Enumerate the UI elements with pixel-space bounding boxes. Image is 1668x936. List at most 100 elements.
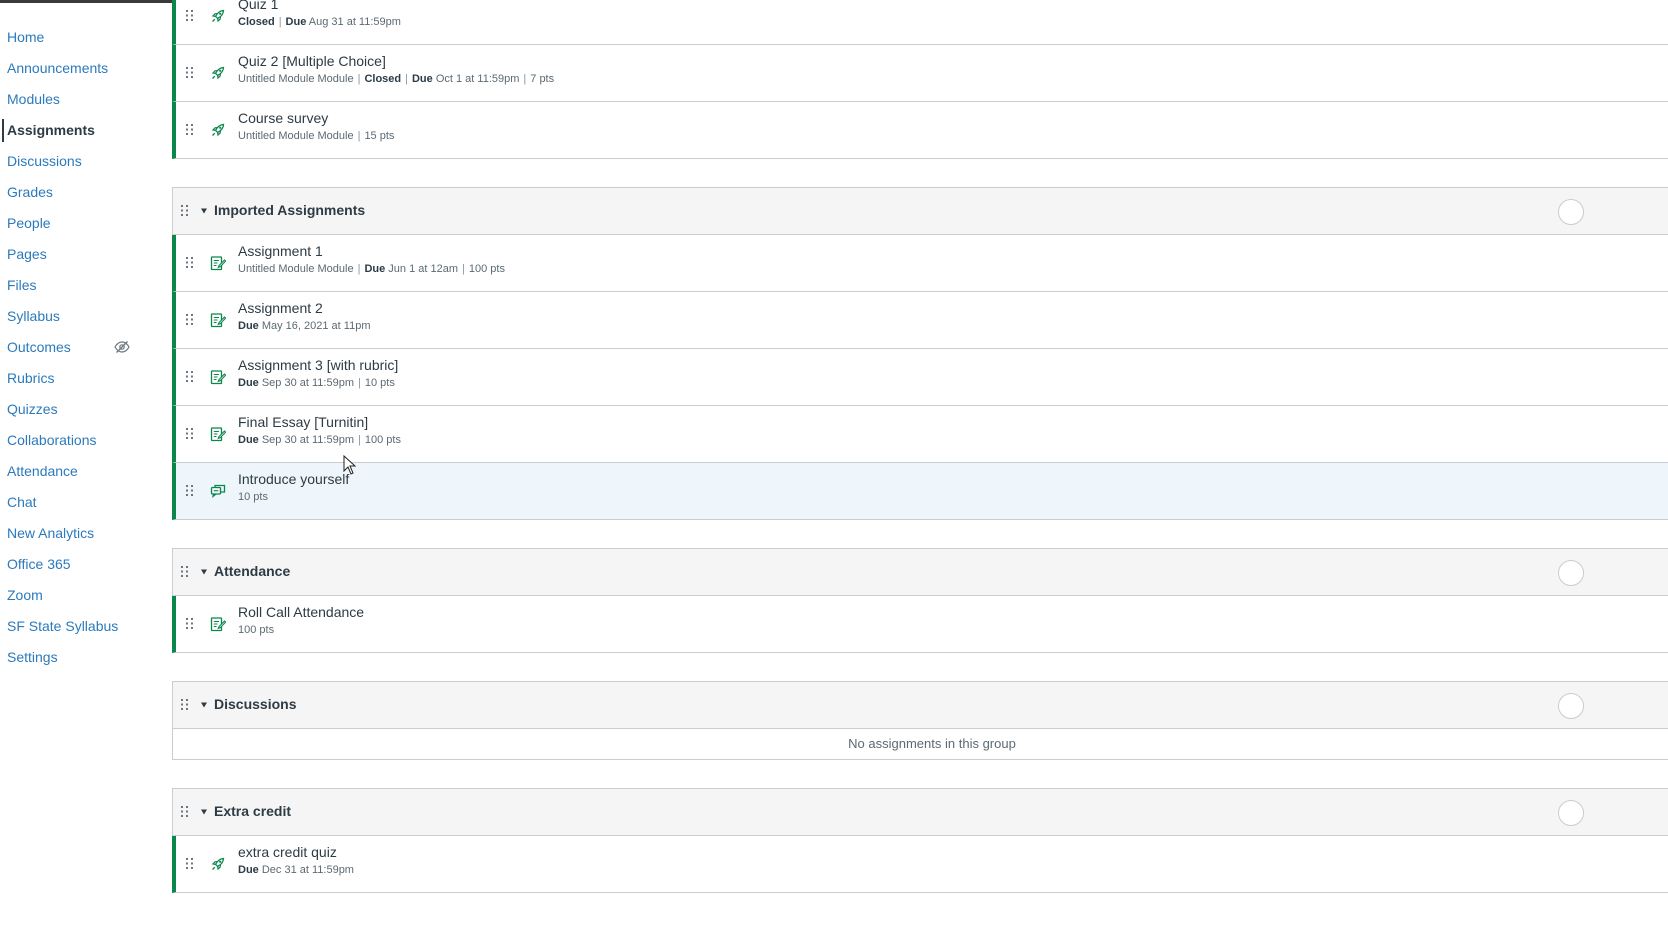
drag-handle-icon[interactable]	[186, 67, 193, 79]
points: 10 pts	[364, 377, 395, 389]
sidebar-item-files[interactable]: Files	[0, 270, 170, 301]
rocket-icon	[211, 66, 225, 80]
sidebar-item-outcomes[interactable]: Outcomes	[0, 332, 170, 363]
drag-handle-icon[interactable]	[186, 485, 193, 497]
rocket-icon	[211, 123, 225, 137]
sidebar-item-attendance[interactable]: Attendance	[0, 456, 170, 487]
sidebar-item-zoom[interactable]: Zoom	[0, 580, 170, 611]
group-title: Imported Assignments	[214, 202, 366, 218]
discussion-icon	[210, 484, 226, 499]
due-date: Due Aug 31 at 11:59pm	[285, 16, 401, 28]
points: 7 pts	[530, 73, 555, 85]
group-options-button[interactable]	[1558, 800, 1584, 826]
sidebar-item-discussions[interactable]: Discussions	[0, 146, 170, 177]
assignment-title-link[interactable]: Assignment 3 [with rubric]	[238, 357, 398, 373]
assignment-title-link[interactable]: Quiz 2 [Multiple Choice]	[238, 53, 386, 69]
sidebar-item-sf-state-syllabus[interactable]: SF State Syllabus	[0, 611, 170, 642]
drag-handle-icon[interactable]	[186, 124, 193, 136]
sidebar-item-collaborations[interactable]: Collaborations	[0, 425, 170, 456]
assignment-icon	[210, 313, 226, 328]
sidebar-item-new-analytics[interactable]: New Analytics	[0, 518, 170, 549]
assignment-title-link[interactable]: Final Essay [Turnitin]	[238, 414, 368, 430]
sidebar-item-people[interactable]: People	[0, 208, 170, 239]
sidebar-item-pages[interactable]: Pages	[0, 239, 170, 270]
drag-handle-icon[interactable]	[181, 205, 188, 217]
sidebar-item-label: Outcomes	[7, 339, 71, 355]
assignment-title-link[interactable]: Quiz 1	[238, 0, 278, 12]
sidebar-item-grades[interactable]: Grades	[0, 177, 170, 208]
group-options-button[interactable]	[1558, 560, 1584, 586]
drag-handle-icon[interactable]	[186, 10, 193, 22]
sidebar-item-label: People	[7, 215, 51, 231]
sidebar-item-label: SF State Syllabus	[7, 618, 119, 634]
sidebar-item-announcements[interactable]: Announcements	[0, 53, 170, 84]
sidebar-item-settings[interactable]: Settings	[0, 642, 170, 673]
drag-handle-icon[interactable]	[186, 257, 193, 269]
collapse-caret-icon[interactable]	[201, 569, 207, 575]
drag-handle-icon[interactable]	[186, 371, 193, 383]
points: 100 pts	[364, 434, 401, 446]
assignment-row[interactable]: Assignment 2 Due May 16, 2021 at 11pm	[172, 292, 1668, 349]
sidebar-item-modules[interactable]: Modules	[0, 84, 170, 115]
group-title: Discussions	[214, 696, 297, 712]
assignment-meta: 10 pts	[238, 491, 268, 503]
due-date: Due May 16, 2021 at 11pm	[238, 320, 371, 332]
collapse-caret-icon[interactable]	[201, 702, 207, 708]
sidebar-item-label: Syllabus	[7, 308, 60, 324]
sidebar-item-label: Zoom	[7, 587, 43, 603]
drag-handle-icon[interactable]	[186, 618, 193, 630]
assignment-row[interactable]: Introduce yourself 10 pts	[172, 463, 1668, 520]
sidebar-item-home[interactable]: Home	[0, 22, 170, 53]
assignment-group-header[interactable]: Imported Assignments	[172, 187, 1668, 235]
drag-handle-icon[interactable]	[186, 858, 193, 870]
sidebar-item-label: Settings	[7, 649, 58, 665]
sidebar-item-assignments[interactable]: Assignments	[0, 115, 170, 146]
assignment-row[interactable]: extra credit quiz Due Dec 31 at 11:59pm	[172, 836, 1668, 893]
due-date: Due Sep 30 at 11:59pm	[238, 434, 354, 446]
assignment-row[interactable]: Roll Call Attendance 100 pts	[172, 596, 1668, 653]
assignment-meta: Untitled Module Module | 15 pts	[238, 130, 395, 142]
assignment-title-link[interactable]: Course survey	[238, 110, 328, 126]
group-options-button[interactable]	[1558, 693, 1584, 719]
assignment-title-link[interactable]: Assignment 1	[238, 243, 323, 259]
drag-handle-icon[interactable]	[186, 428, 193, 440]
sidebar-item-chat[interactable]: Chat	[0, 487, 170, 518]
sidebar-item-label: Files	[7, 277, 37, 293]
eye-slash-icon	[114, 341, 130, 353]
due-date: Due Jun 1 at 12am	[364, 263, 458, 275]
sidebar-item-office-365[interactable]: Office 365	[0, 549, 170, 580]
collapse-caret-icon[interactable]	[201, 208, 207, 214]
drag-handle-icon[interactable]	[181, 806, 188, 818]
assignment-icon	[210, 370, 226, 385]
collapse-caret-icon[interactable]	[201, 809, 207, 815]
sidebar-item-syllabus[interactable]: Syllabus	[0, 301, 170, 332]
assignment-row[interactable]: Quiz 1 Closed | Due Aug 31 at 11:59pm	[172, 0, 1668, 45]
assignment-meta: Closed | Due Aug 31 at 11:59pm	[238, 16, 401, 28]
drag-handle-icon[interactable]	[181, 566, 188, 578]
assignment-title-link[interactable]: Assignment 2	[238, 300, 323, 316]
sidebar-item-label: Collaborations	[7, 432, 97, 448]
assignment-row[interactable]: Final Essay [Turnitin] Due Sep 30 at 11:5…	[172, 406, 1668, 463]
module-name: Untitled Module Module	[238, 130, 354, 142]
assignment-row[interactable]: Quiz 2 [Multiple Choice] Untitled Module …	[172, 45, 1668, 102]
drag-handle-icon[interactable]	[181, 699, 188, 711]
group-options-button[interactable]	[1558, 199, 1584, 225]
assignment-row[interactable]: Assignment 1 Untitled Module Module | Due J…	[172, 235, 1668, 292]
assignment-row[interactable]: Assignment 3 [with rubric] Due Sep 30 at …	[172, 349, 1668, 406]
assignment-row[interactable]: Course survey Untitled Module Module | 15 p…	[172, 102, 1668, 159]
sidebar-item-quizzes[interactable]: Quizzes	[0, 394, 170, 425]
assignment-groups: Quiz 1 Closed | Due Aug 31 at 11:59pm Quiz 2…	[172, 0, 1668, 893]
drag-handle-icon[interactable]	[186, 314, 193, 326]
sidebar-item-rubrics[interactable]: Rubrics	[0, 363, 170, 394]
assignment-title-link[interactable]: Roll Call Attendance	[238, 604, 364, 620]
assignment-group-header[interactable]: Discussions	[172, 681, 1668, 729]
assignment-title-link[interactable]: extra credit quiz	[238, 844, 337, 860]
assignment-meta: Due Sep 30 at 11:59pm | 100 pts	[238, 434, 401, 446]
sidebar-item-label: Home	[7, 29, 45, 45]
assignment-title-link[interactable]: Introduce yourself	[238, 471, 349, 487]
due-date: Due Oct 1 at 11:59pm	[411, 73, 520, 85]
assignment-group-header[interactable]: Extra credit	[172, 788, 1668, 836]
assignment-group-header[interactable]: Attendance	[172, 548, 1668, 596]
group-title: Attendance	[214, 563, 291, 579]
